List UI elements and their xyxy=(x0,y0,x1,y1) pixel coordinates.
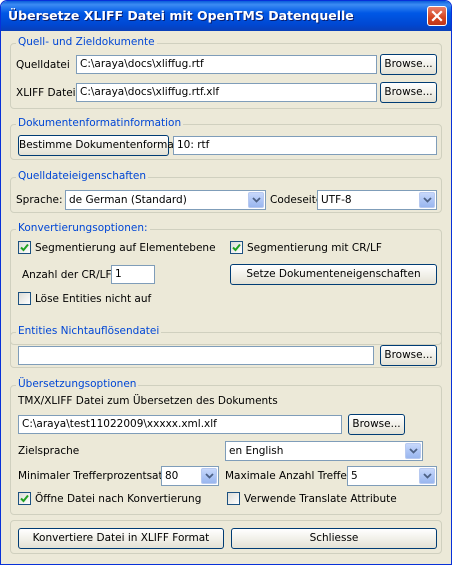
segment-crlf-checkbox[interactable] xyxy=(230,241,243,254)
source-browse-button[interactable]: Browse... xyxy=(380,54,437,75)
dialog-content: Quell- und Zieldokumente Quelldatei C:\a… xyxy=(4,31,448,562)
segment-element-checkbox[interactable] xyxy=(18,241,31,254)
checkmark-icon xyxy=(232,243,241,252)
open-after-checkbox[interactable] xyxy=(18,492,31,505)
max-hits-label: Maximale Anzahl Treffer xyxy=(225,470,352,482)
source-target-group: Quell- und Zieldokumente Quelldatei C:\a… xyxy=(10,36,442,109)
format-group: Dokumentenformatinformation Bestimme Dok… xyxy=(10,117,442,160)
xliff-file-input[interactable]: C:\araya\docs\xliffug.rtf.xlf xyxy=(76,83,377,102)
min-match-label: Minimaler Trefferprozentsatz xyxy=(18,470,169,482)
chevron-down-icon[interactable] xyxy=(419,468,435,484)
source-file-label: Quelldatei xyxy=(16,59,70,71)
language-select[interactable]: de German (Standard) xyxy=(65,190,266,210)
codepage-value: UTF-8 xyxy=(321,194,352,206)
checkmark-icon xyxy=(20,243,29,252)
conversion-legend: Konvertierungsoptionen: xyxy=(16,222,150,234)
translation-legend: Übersetzungsoptionen xyxy=(16,378,139,390)
chevron-down-icon[interactable] xyxy=(419,192,435,208)
segment-crlf-label: Segmentierung mit CR/LF xyxy=(247,242,382,254)
xliff-file-label: XLIFF Datei xyxy=(16,87,76,99)
target-language-label: Zielsprache xyxy=(18,445,80,457)
close-icon xyxy=(431,10,443,22)
min-match-value: 80 xyxy=(165,470,179,482)
tmx-browse-button[interactable]: Browse... xyxy=(348,414,405,435)
max-hits-select[interactable]: 5 xyxy=(347,466,437,486)
codepage-select[interactable]: UTF-8 xyxy=(317,190,437,210)
source-target-legend: Quell- und Zieldokumente xyxy=(16,36,157,48)
segment-element-label: Segmentierung auf Elementebene xyxy=(35,242,216,254)
entities-browse-button[interactable]: Browse... xyxy=(380,345,437,366)
target-language-select[interactable]: en English xyxy=(225,441,423,461)
translate-attr-checkbox[interactable] xyxy=(227,492,240,505)
source-props-group: Quelldateieigenschaften Sprache: de Germ… xyxy=(10,170,442,213)
set-document-props-button[interactable]: Setze Dokumenteneigenschaften xyxy=(230,264,437,285)
title-bar[interactable]: Übersetze XLIFF Datei mit OpenTMS Datenq… xyxy=(1,1,451,31)
language-label: Sprache: xyxy=(16,194,63,206)
checkmark-icon xyxy=(20,494,29,503)
format-value-field[interactable]: 10: rtf xyxy=(173,136,437,155)
no-resolve-entities-checkbox[interactable] xyxy=(18,292,31,305)
no-resolve-entities-label: Löse Entities nicht auf xyxy=(35,293,152,305)
translate-attr-label: Verwende Translate Attribute xyxy=(244,493,397,505)
target-language-value: en English xyxy=(229,445,284,457)
max-hits-value: 5 xyxy=(351,470,358,482)
close-button[interactable] xyxy=(427,6,447,26)
crlf-count-input[interactable]: 1 xyxy=(111,265,155,284)
min-match-select[interactable]: 80 xyxy=(161,466,219,486)
tmx-file-input[interactable]: C:\araya\test11022009\xxxxx.xml.xlf xyxy=(18,415,342,434)
format-legend: Dokumentenformatinformation xyxy=(16,117,184,129)
chevron-down-icon[interactable] xyxy=(405,443,421,459)
entities-group: Entities Nichtauflösendatei Browse... xyxy=(10,325,442,368)
open-after-label: Öffne Datei nach Konvertierung xyxy=(35,493,202,505)
footer-group: Konvertiere Datei in XLIFF Format Schlie… xyxy=(10,520,442,554)
close-dialog-button[interactable]: Schliesse xyxy=(231,528,437,549)
crlf-count-label: Anzahl der CR/LF xyxy=(22,269,112,281)
entities-file-input[interactable] xyxy=(18,346,374,365)
dialog-window: Übersetze XLIFF Datei mit OpenTMS Datenq… xyxy=(0,0,452,565)
convert-button[interactable]: Konvertiere Datei in XLIFF Format xyxy=(18,528,224,549)
language-value: de German (Standard) xyxy=(69,194,187,206)
chevron-down-icon[interactable] xyxy=(201,468,217,484)
source-file-input[interactable]: C:\araya\docs\xliffug.rtf xyxy=(76,55,377,74)
detect-format-button[interactable]: Bestimme Dokumentenformat xyxy=(18,135,178,156)
entities-legend: Entities Nichtauflösendatei xyxy=(16,325,162,337)
chevron-down-icon[interactable] xyxy=(248,192,264,208)
translation-group: Übersetzungsoptionen TMX/XLIFF Datei zum… xyxy=(10,378,442,515)
window-title: Übersetze XLIFF Datei mit OpenTMS Datenq… xyxy=(8,8,354,23)
source-props-legend: Quelldateieigenschaften xyxy=(16,170,149,182)
xliff-browse-button[interactable]: Browse... xyxy=(380,82,437,103)
codepage-label: Codeseite xyxy=(270,194,323,206)
tmx-file-label: TMX/XLIFF Datei zum Übersetzen des Dokum… xyxy=(18,395,278,407)
